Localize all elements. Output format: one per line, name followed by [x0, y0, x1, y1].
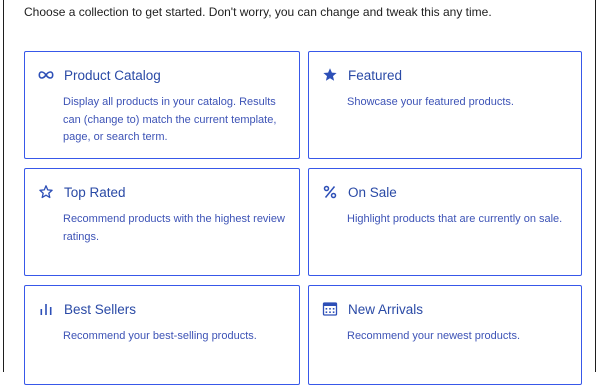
bar-chart-icon [38, 301, 54, 317]
collection-chooser-modal: Choose a collection to get started. Don'… [3, 0, 596, 385]
card-description: Recommend products with the highest revi… [63, 213, 285, 243]
card-header: New Arrivals [322, 300, 423, 318]
card-header: Product Catalog [38, 66, 161, 84]
card-header: Featured [322, 66, 402, 84]
card-title: Featured [348, 67, 403, 83]
card-description: Recommend your newest products. [347, 330, 521, 342]
card-description: Showcase your featured products. [347, 96, 514, 108]
card-description: Recommend your best-selling products. [63, 330, 257, 342]
star-outline-icon [38, 184, 54, 200]
card-description: Highlight products that are currently on… [347, 213, 563, 225]
collection-card-top-rated[interactable]: Top Rated Recommend products with the hi… [24, 168, 300, 276]
card-header: Best Sellers [38, 300, 136, 318]
card-title: Best Sellers [64, 301, 137, 317]
card-title: Top Rated [64, 184, 126, 200]
card-description: Display all products in your catalog. Re… [63, 96, 277, 143]
card-title: New Arrivals [348, 301, 424, 317]
infinity-icon [38, 67, 54, 83]
collection-card-new-arrivals[interactable]: New Arrivals Recommend your newest produ… [308, 285, 582, 385]
collection-card-best-sellers[interactable]: Best Sellers Recommend your best-selling… [24, 285, 300, 385]
star-filled-icon [322, 67, 338, 83]
card-header: Top Rated [38, 183, 126, 201]
calendar-icon [322, 301, 338, 317]
percent-icon [322, 184, 338, 200]
card-title: On Sale [348, 184, 397, 200]
collection-card-product-catalog[interactable]: Product Catalog Display all products in … [24, 51, 300, 159]
intro-text: Choose a collection to get started. Don'… [24, 5, 492, 19]
card-title: Product Catalog [64, 67, 161, 83]
collection-card-on-sale[interactable]: On Sale Highlight products that are curr… [308, 168, 582, 276]
collection-card-featured[interactable]: Featured Showcase your featured products… [308, 51, 582, 159]
card-header: On Sale [322, 183, 397, 201]
